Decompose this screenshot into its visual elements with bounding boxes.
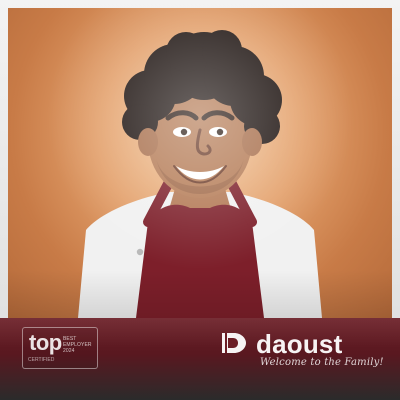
badge-top-text: top xyxy=(29,330,62,355)
apron-eyelet xyxy=(136,248,144,256)
badge-right-text: BEST EMPLOYER 2024 xyxy=(63,336,92,354)
pupil-left xyxy=(180,128,188,136)
hero-photo xyxy=(8,8,392,318)
pupil-right xyxy=(216,128,224,136)
brand-name: daoust xyxy=(256,329,343,359)
ear-left xyxy=(138,128,158,156)
ear-right xyxy=(242,128,262,156)
apron xyxy=(136,204,264,318)
brand-tagline: Welcome to the Family! xyxy=(260,357,384,368)
top-employer-badge: top BEST EMPLOYER 2024 CERTIFIED xyxy=(22,327,98,369)
daoust-logo: daoust Welcome to the Family! xyxy=(220,329,388,370)
daoust-logo-mark-icon xyxy=(222,333,246,353)
person-illustration xyxy=(78,30,322,318)
badge-bottom-text: CERTIFIED xyxy=(28,357,55,363)
